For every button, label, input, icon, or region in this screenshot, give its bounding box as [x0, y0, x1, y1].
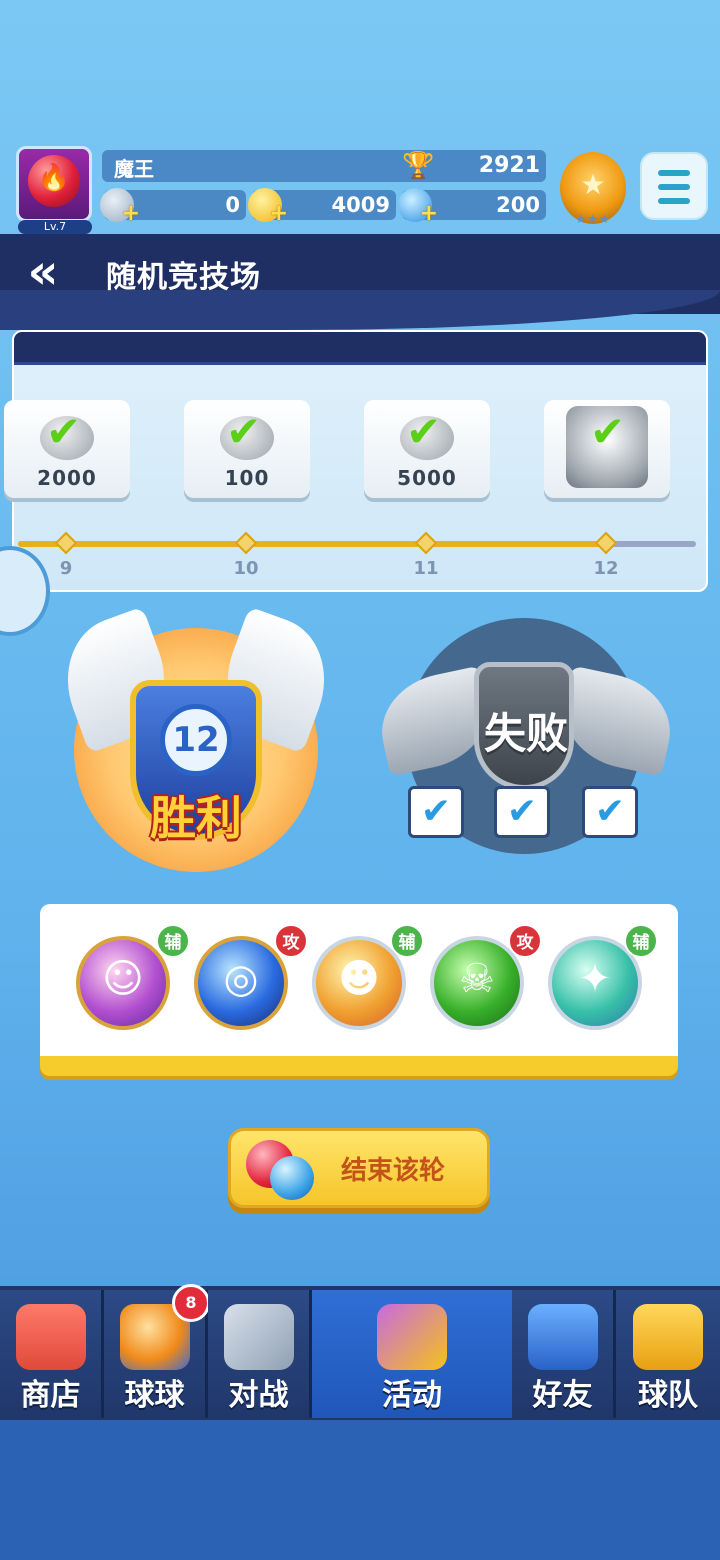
player-avatar[interactable]: 🔥: [16, 146, 92, 222]
reward-value: 5000: [397, 466, 457, 490]
win-label: 胜利: [150, 791, 242, 845]
attack-tag: 攻: [274, 924, 308, 958]
reward-card[interactable]: ✔ 5000: [364, 400, 490, 498]
nav-item-shop[interactable]: 商店: [0, 1290, 104, 1418]
reward-value: 2000: [37, 466, 97, 490]
flame-icon: 🔥: [37, 163, 71, 193]
star-currency-icon[interactable]: +: [100, 188, 140, 226]
nav-item-battle[interactable]: 对战: [208, 1290, 312, 1418]
rank-mini-stars: ★★★: [575, 212, 611, 226]
nav-label: 球球: [124, 1378, 185, 1413]
progress-label: 10: [233, 558, 259, 579]
nav-item-team[interactable]: 球队: [616, 1290, 720, 1418]
back-button[interactable]: «: [10, 244, 76, 300]
nav-label: 商店: [20, 1378, 81, 1413]
swords-icon: [223, 1304, 294, 1370]
ghost-skill-icon[interactable]: ☺: [76, 936, 170, 1030]
loss-check-icon: ✔: [408, 786, 464, 838]
party-icon: [377, 1304, 447, 1370]
header-wave: [0, 290, 720, 330]
assist-tag: 辅: [624, 924, 658, 958]
panel-header: [14, 332, 706, 365]
add-coins-icon[interactable]: +: [270, 201, 288, 226]
friends-icon: [527, 1304, 598, 1370]
claimed-check-icon: ✔: [400, 410, 454, 460]
trophy-icon: 🏆: [402, 151, 435, 181]
reward-value: 100: [224, 466, 270, 490]
gems-value: 200: [496, 193, 540, 217]
reward-card[interactable]: ✔: [544, 400, 670, 498]
coin-icon[interactable]: +: [248, 188, 288, 226]
nav-item-friends[interactable]: 好友: [512, 1290, 616, 1418]
balls-badge: 8: [172, 1284, 210, 1322]
add-stars-icon[interactable]: +: [122, 201, 140, 226]
claimed-check-icon: ✔: [220, 410, 274, 460]
menu-line: [658, 170, 690, 176]
menu-line: [658, 184, 690, 190]
reward-card[interactable]: ✔ 2000: [4, 400, 130, 498]
progress-label: 12: [593, 558, 619, 579]
nav-label: 活动: [382, 1378, 442, 1413]
nav-label: 对战: [228, 1378, 289, 1413]
loss-check-icon: ✔: [494, 786, 550, 838]
gem-icon[interactable]: +: [398, 188, 438, 226]
nav-item-activity[interactable]: 活动: [312, 1290, 512, 1418]
assist-tag: 辅: [390, 924, 424, 958]
claimed-check-icon: ✔: [590, 407, 626, 456]
vortex-skill-icon[interactable]: ◎: [194, 936, 288, 1030]
menu-button[interactable]: [640, 152, 708, 220]
trophy-count: 2921: [478, 153, 540, 178]
footer-area: [0, 1420, 720, 1560]
reward-card[interactable]: ✔ 100: [184, 400, 310, 498]
win-count: 12: [160, 704, 232, 776]
progress-fill: [18, 541, 608, 547]
stars-value: 0: [225, 193, 240, 217]
end-round-label: 结束该轮: [340, 1156, 445, 1186]
shop-icon: [15, 1304, 86, 1370]
blue-ball-icon: [270, 1156, 314, 1200]
progress-label: 11: [413, 558, 439, 579]
player-level: Lv.7: [18, 220, 92, 234]
loss-check-icon: ✔: [582, 786, 638, 838]
assist-tag: 辅: [156, 924, 190, 958]
page-title: 随机竞技场: [106, 260, 261, 295]
player-name: 魔王: [114, 157, 154, 181]
attack-tag: 攻: [508, 924, 542, 958]
rank-star-icon: ★: [580, 168, 606, 201]
lose-label: 失败: [483, 709, 568, 758]
rank-badge-icon[interactable]: ★ ★★★: [560, 152, 626, 226]
coins-value: 4009: [331, 193, 390, 217]
nav-label: 球队: [638, 1378, 698, 1413]
nav-label: 好友: [532, 1378, 593, 1413]
add-gems-icon[interactable]: +: [420, 201, 438, 226]
claimed-check-icon: ✔: [40, 410, 94, 460]
whistle-icon: [633, 1304, 703, 1370]
menu-line: [658, 198, 690, 204]
